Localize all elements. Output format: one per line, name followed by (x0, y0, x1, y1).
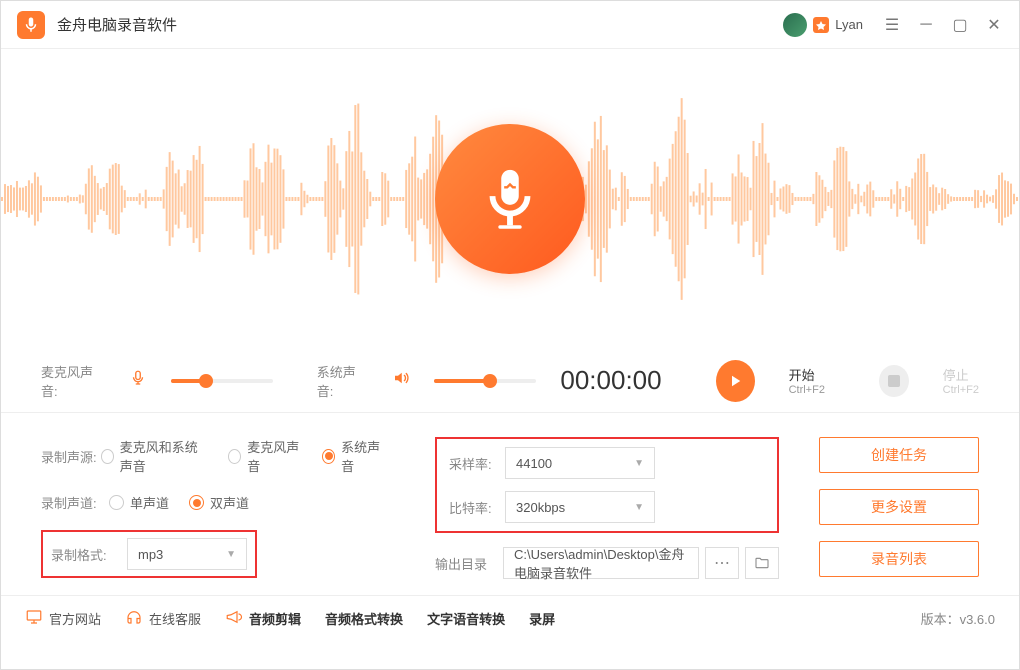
source-option-1[interactable]: 麦克风声音 (228, 437, 302, 475)
rate-highlight: 采样率: 44100 ▼ 比特率: 320kbps ▼ (435, 437, 779, 533)
minimize-button[interactable]: ─ (917, 16, 935, 34)
channel-label: 录制声道: (41, 493, 109, 512)
bitrate-label: 比特率: (449, 498, 505, 517)
version-label: 版本：v3.6.0 (921, 609, 995, 628)
user-avatar[interactable] (783, 13, 807, 37)
radio-icon (109, 495, 124, 510)
start-button[interactable] (716, 360, 755, 402)
footer: 官方网站 在线客服 音频剪辑 音频格式转换 文字语音转换 录屏 版本：v3.6.… (1, 595, 1019, 641)
stop-label-group: 停止 Ctrl+F2 (943, 365, 979, 396)
control-row: 麦克风声音: 系统声音: 00:00:00 开始 Ctrl+F2 停止 Ctrl… (1, 349, 1019, 413)
screen-record-link[interactable]: 录屏 (529, 609, 555, 628)
stop-button (879, 365, 909, 397)
sample-label: 采样率: (449, 454, 505, 473)
format-value: mp3 (138, 547, 163, 562)
megaphone-icon (225, 608, 243, 629)
start-label-group: 开始 Ctrl+F2 (789, 365, 825, 396)
stop-label: 停止 (943, 365, 979, 384)
app-logo (17, 11, 45, 39)
mic-volume-slider[interactable] (171, 379, 273, 383)
radio-icon (189, 495, 204, 510)
username[interactable]: Lyan (835, 17, 863, 32)
source-option-0[interactable]: 麦克风和系统声音 (101, 437, 209, 475)
app-title: 金舟电脑录音软件 (57, 14, 783, 35)
more-settings-button[interactable]: 更多设置 (819, 489, 979, 525)
stop-shortcut: Ctrl+F2 (943, 384, 979, 396)
mic-volume-label: 麦克风声音: (41, 362, 105, 400)
waveform-area (1, 49, 1019, 349)
tts-link[interactable]: 文字语音转换 (427, 609, 505, 628)
folder-icon[interactable] (745, 547, 779, 579)
menu-icon[interactable]: ☰ (883, 16, 901, 34)
radio-icon (101, 449, 114, 464)
audio-edit-link[interactable]: 音频剪辑 (225, 608, 301, 629)
sample-value: 44100 (516, 456, 552, 471)
sys-volume-slider[interactable] (434, 379, 536, 383)
output-path-value: C:\Users\admin\Desktop\金舟电脑录音软件 (514, 544, 688, 582)
start-label: 开始 (789, 365, 825, 384)
chevron-down-icon: ▼ (634, 458, 644, 469)
format-dropdown[interactable]: mp3 ▼ (127, 538, 247, 570)
settings-panel: 录制声源: 麦克风和系统声音麦克风声音系统声音 录制声道: 单声道 双声道 录制格… (1, 413, 1019, 595)
format-label: 录制格式: (51, 545, 119, 564)
output-path-input[interactable]: C:\Users\admin\Desktop\金舟电脑录音软件 (503, 547, 699, 579)
chevron-down-icon: ▼ (226, 549, 236, 560)
bitrate-value: 320kbps (516, 500, 565, 515)
source-radio-group: 麦克风和系统声音麦克风声音系统声音 (101, 437, 385, 475)
close-button[interactable]: ✕ (985, 16, 1003, 34)
source-option-2[interactable]: 系统声音 (322, 437, 385, 475)
sys-volume-label: 系统声音: (317, 362, 369, 400)
radio-icon (228, 449, 241, 464)
create-task-button[interactable]: 创建任务 (819, 437, 979, 473)
recording-list-button[interactable]: 录音列表 (819, 541, 979, 577)
source-label: 录制声源: (41, 447, 101, 466)
mic-icon (129, 369, 147, 392)
radio-icon (322, 449, 335, 464)
headset-icon (125, 608, 143, 629)
official-site-link[interactable]: 官方网站 (25, 608, 101, 629)
chevron-down-icon: ▼ (634, 502, 644, 513)
channel-option-1[interactable]: 双声道 (189, 493, 249, 512)
more-icon[interactable]: ⋯ (705, 547, 739, 579)
format-highlight: 录制格式: mp3 ▼ (41, 530, 257, 578)
format-convert-link[interactable]: 音频格式转换 (325, 609, 403, 628)
bitrate-dropdown[interactable]: 320kbps ▼ (505, 491, 655, 523)
speaker-icon (392, 369, 410, 392)
output-label: 输出目录 (435, 554, 503, 573)
record-button[interactable] (435, 124, 585, 274)
channel-option-0[interactable]: 单声道 (109, 493, 169, 512)
online-support-link[interactable]: 在线客服 (125, 608, 201, 629)
sample-dropdown[interactable]: 44100 ▼ (505, 447, 655, 479)
vip-badge-icon (813, 17, 829, 33)
channel-radio-group: 单声道 双声道 (109, 493, 249, 512)
timer-display: 00:00:00 (560, 365, 661, 396)
monitor-icon (25, 608, 43, 629)
title-bar: 金舟电脑录音软件 Lyan ☰ ─ ▢ ✕ (1, 1, 1019, 49)
start-shortcut: Ctrl+F2 (789, 384, 825, 396)
maximize-button[interactable]: ▢ (951, 16, 969, 34)
